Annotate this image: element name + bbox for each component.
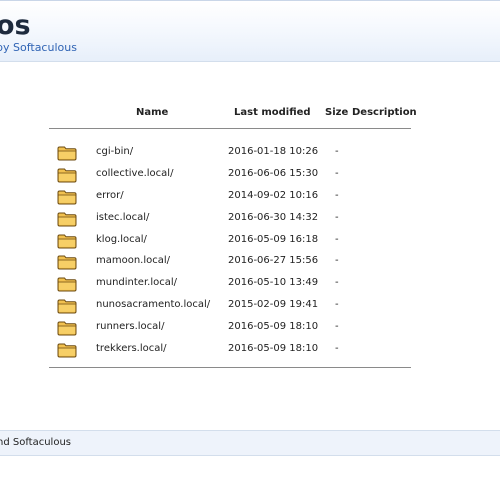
entry-last-modified: 2016-06-27 15:56 (228, 255, 319, 267)
entry-last-modified: 2016-05-09 18:10 (228, 321, 319, 333)
entry-size: - (335, 299, 339, 311)
column-header-name[interactable]: Name (136, 104, 168, 122)
folder-icon (57, 277, 77, 292)
page-header: os by Softaculous (0, 0, 500, 62)
folder-icon (57, 343, 77, 358)
table-bottom-divider (49, 367, 411, 368)
entry-size: - (335, 343, 339, 355)
table-row: error/ 2014-09-02 10:16 - (49, 185, 413, 207)
entry-name-link[interactable]: mamoon.local/ (96, 250, 170, 272)
entry-last-modified: 2016-05-09 18:10 (228, 343, 319, 355)
entry-size: - (335, 233, 339, 245)
entry-size: - (335, 211, 339, 223)
folder-icon (57, 190, 77, 205)
column-header-size[interactable]: Size (325, 104, 348, 122)
folder-icon (57, 212, 77, 227)
folder-icon (57, 321, 77, 336)
entry-name-link[interactable]: istec.local/ (96, 207, 149, 229)
column-header-description[interactable]: Description (352, 104, 417, 122)
directory-listing-header: Name Last modified Size Description (49, 104, 417, 126)
table-row: mamoon.local/ 2016-06-27 15:56 - (49, 250, 413, 272)
folder-icon (57, 146, 77, 161)
brand-title: os (0, 10, 31, 41)
entry-size: - (335, 321, 339, 333)
table-row: collective.local/ 2016-06-06 15:30 - (49, 163, 413, 185)
entry-size: - (335, 146, 339, 157)
page-footer: nd Softaculous (0, 430, 500, 456)
column-header-last-modified[interactable]: Last modified (234, 104, 311, 122)
table-row: runners.local/ 2016-05-09 18:10 - (49, 316, 413, 338)
table-row: cgi-bin/ 2016-01-18 10:26 - (49, 141, 413, 163)
folder-icon (57, 299, 77, 314)
table-top-divider (49, 128, 411, 129)
entry-size: - (335, 277, 339, 289)
folder-icon (57, 234, 77, 249)
table-row: klog.local/ 2016-05-09 16:18 - (49, 229, 413, 251)
entry-last-modified: 2016-01-18 10:26 (228, 146, 319, 157)
directory-rows: cgi-bin/ 2016-01-18 10:26 - collective.l… (49, 141, 413, 360)
entry-last-modified: 2016-05-10 13:49 (228, 277, 319, 289)
entry-last-modified: 2014-09-02 10:16 (228, 189, 319, 201)
entry-last-modified: 2016-06-30 14:32 (228, 211, 319, 223)
entry-size: - (335, 189, 339, 201)
entry-last-modified: 2016-06-06 15:30 (228, 167, 319, 179)
table-row: nunosacramento.local/ 2015-02-09 19:41 - (49, 294, 413, 316)
entry-last-modified: 2016-05-09 16:18 (228, 233, 319, 245)
entry-name-link[interactable]: cgi-bin/ (96, 141, 133, 163)
folder-icon (57, 255, 77, 270)
entry-name-link[interactable]: runners.local/ (96, 316, 164, 338)
entry-size: - (335, 167, 339, 179)
table-header-row: Name Last modified Size Description (49, 104, 417, 126)
folder-icon (57, 168, 77, 183)
table-row: trekkers.local/ 2016-05-09 18:10 - (49, 338, 413, 360)
table-row: istec.local/ 2016-06-30 14:32 - (49, 207, 413, 229)
entry-name-link[interactable]: trekkers.local/ (96, 338, 167, 360)
entry-size: - (335, 255, 339, 267)
entry-name-link[interactable]: nunosacramento.local/ (96, 294, 210, 316)
footer-text: nd Softaculous (0, 437, 72, 448)
entry-name-link[interactable]: collective.local/ (96, 163, 173, 185)
table-row: mundinter.local/ 2016-05-10 13:49 - (49, 272, 413, 294)
entry-name-link[interactable]: klog.local/ (96, 229, 147, 251)
brand-subtitle[interactable]: by Softaculous (0, 41, 77, 55)
entry-name-link[interactable]: error/ (96, 185, 124, 207)
entry-last-modified: 2015-02-09 19:41 (228, 299, 319, 311)
entry-name-link[interactable]: mundinter.local/ (96, 272, 177, 294)
